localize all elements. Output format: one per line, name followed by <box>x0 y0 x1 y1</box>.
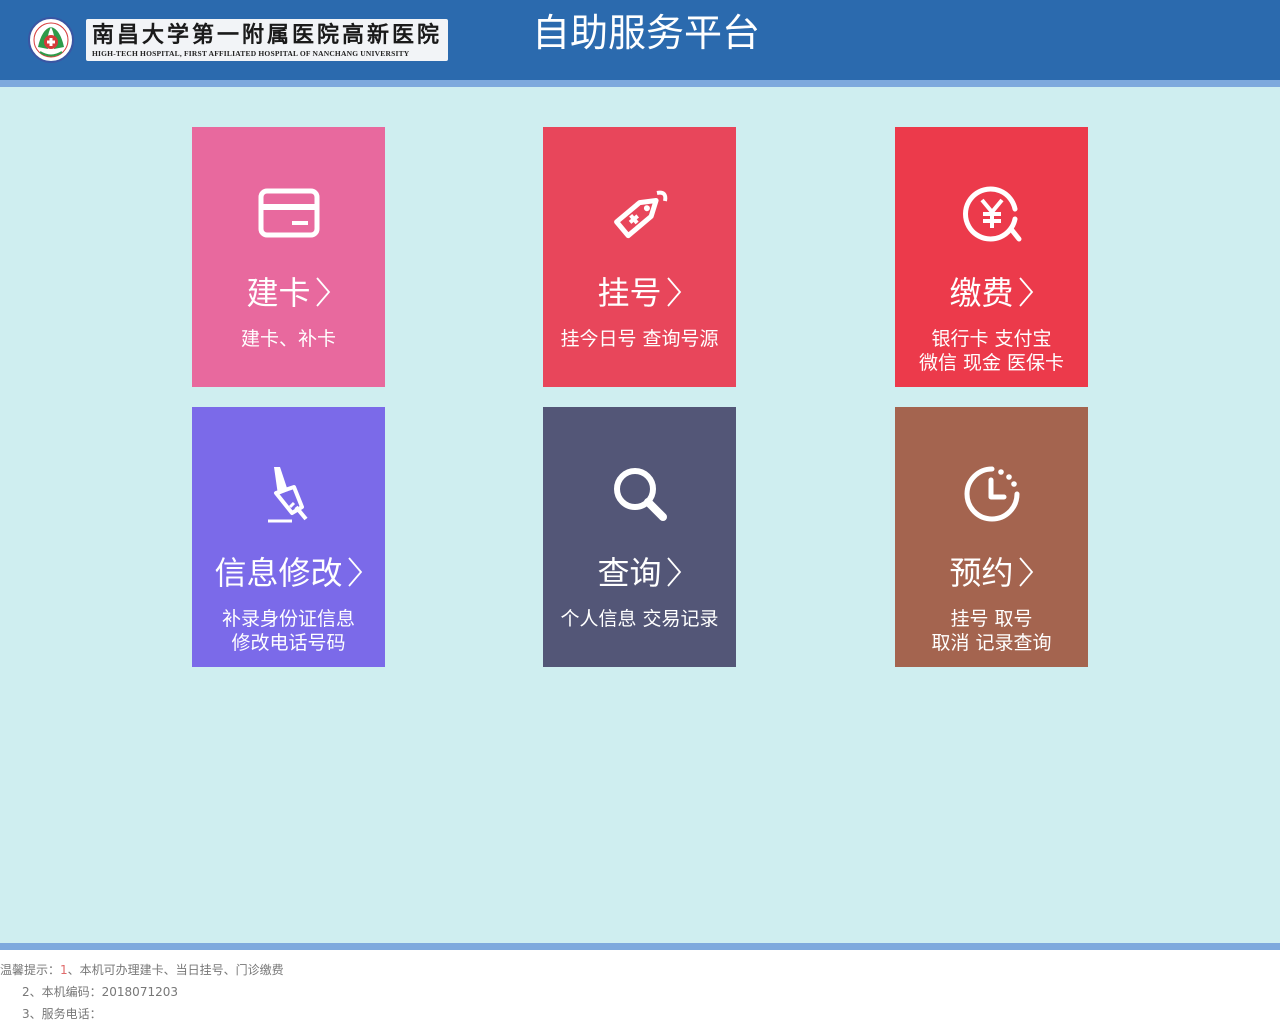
tile-subtitle: 挂今日号 查询号源 <box>543 327 736 351</box>
tile-subtitle-line: 取消 记录查询 <box>931 632 1052 654</box>
chevron-right-icon <box>666 277 681 307</box>
tile-subtitle: 个人信息 交易记录 <box>543 607 736 631</box>
tip-number: 1 <box>60 963 68 977</box>
tile-subtitle-line: 个人信息 交易记录 <box>560 608 719 630</box>
yuan-icon <box>963 186 1022 242</box>
tile-subtitle-line: 建卡、补卡 <box>240 328 336 350</box>
card-icon <box>258 188 320 238</box>
hospital-logo: 南昌大学第一附属医院高新医院 HIGH-TECH HOSPITAL, FIRST… <box>28 15 468 65</box>
magnifier-icon <box>614 468 667 521</box>
tile-title: 挂号 <box>543 273 736 313</box>
tip-line-2: 2、本机编码：2018071203 <box>22 984 178 1000</box>
tip-line-1: 温馨提示：1、本机可办理建卡、当日挂号、门诊缴费 <box>0 962 284 978</box>
tile-subtitle: 补录身份证信息 修改电话号码 <box>192 607 385 655</box>
app-title: 自助服务平台 <box>532 11 761 55</box>
hospital-emblem-icon <box>28 17 74 63</box>
chevron-right-icon <box>315 277 330 307</box>
tile-subtitle-line: 微信 现金 医保卡 <box>918 352 1065 374</box>
hospital-name-block: 南昌大学第一附属医院高新医院 HIGH-TECH HOSPITAL, FIRST… <box>86 19 449 61</box>
tile-build-card[interactable]: 建卡 建卡、补卡 <box>192 127 385 387</box>
tile-title: 预约 <box>895 553 1088 593</box>
tile-subtitle-line: 银行卡 支付宝 <box>931 328 1052 350</box>
chevron-right-icon <box>1018 557 1033 587</box>
tip-number: 2 <box>22 985 30 999</box>
chevron-right-icon <box>666 557 681 587</box>
tile-subtitle: 银行卡 支付宝 微信 现金 医保卡 <box>895 327 1088 375</box>
tile-appointment[interactable]: 预约 挂号 取号 取消 记录查询 <box>895 407 1088 667</box>
tile-subtitle-line: 挂今日号 查询号源 <box>560 328 719 350</box>
tip-text: 、本机编码：2018071203 <box>29 985 178 999</box>
pen-icon <box>268 467 308 523</box>
header-stripe <box>0 80 1280 87</box>
tile-title-text: 预约 <box>949 554 1014 592</box>
tile-title-text: 挂号 <box>597 274 662 312</box>
tile-title-text: 信息修改 <box>214 554 343 592</box>
tile-title: 建卡 <box>192 273 385 313</box>
clock-icon <box>964 466 1020 522</box>
tile-title-text: 缴费 <box>949 274 1014 312</box>
hospital-name-cn: 南昌大学第一附属医院高新医院 <box>92 22 443 48</box>
tile-info-edit[interactable]: 信息修改 补录身份证信息 修改电话号码 <box>192 407 385 667</box>
tip-text: 、本机可办理建卡、当日挂号、门诊缴费 <box>67 963 284 977</box>
tag-icon <box>614 190 668 239</box>
chevron-right-icon <box>1018 277 1033 307</box>
tile-subtitle-line: 修改电话号码 <box>231 632 346 654</box>
tip-line-3: 3、服务电话： <box>22 1006 102 1022</box>
hospital-name-en: HIGH-TECH HOSPITAL, FIRST AFFILIATED HOS… <box>92 49 410 58</box>
tile-title: 信息修改 <box>192 553 385 593</box>
tile-query[interactable]: 查询 个人信息 交易记录 <box>543 407 736 667</box>
tile-subtitle: 挂号 取号 取消 记录查询 <box>895 607 1088 655</box>
tile-title-text: 建卡 <box>246 274 311 312</box>
footer-tips: 温馨提示：1、本机可办理建卡、当日挂号、门诊缴费 2、本机编码：20180712… <box>0 950 1280 1024</box>
tile-register[interactable]: 挂号 挂今日号 查询号源 <box>543 127 736 387</box>
tile-subtitle-line: 补录身份证信息 <box>221 608 355 630</box>
tile-subtitle-line: 挂号 取号 <box>950 608 1033 630</box>
tile-title: 缴费 <box>895 273 1088 313</box>
tile-payment[interactable]: 缴费 银行卡 支付宝 微信 现金 医保卡 <box>895 127 1088 387</box>
tip-text: 、服务电话： <box>29 1007 102 1021</box>
tip-number: 3 <box>22 1007 30 1021</box>
tile-title: 查询 <box>543 553 736 593</box>
tip-label: 温馨提示： <box>0 963 61 977</box>
tile-title-text: 查询 <box>597 554 662 592</box>
tile-subtitle: 建卡、补卡 <box>192 327 385 351</box>
footer-stripe <box>0 943 1280 950</box>
chevron-right-icon <box>347 557 362 587</box>
